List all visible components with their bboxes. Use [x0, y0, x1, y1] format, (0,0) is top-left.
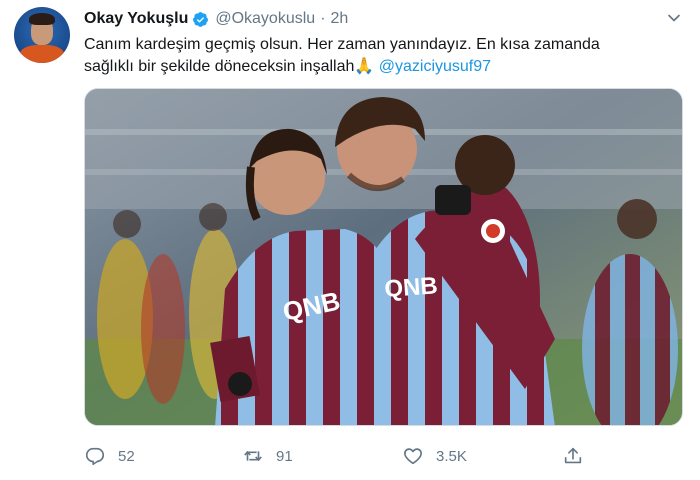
retweet-button[interactable]: 91	[242, 441, 293, 471]
reply-button[interactable]: 52	[84, 441, 135, 471]
tweet-text: Canım kardeşim geçmiş olsun. Her zaman y…	[84, 34, 684, 78]
reply-count: 52	[118, 447, 135, 465]
retweet-count: 91	[276, 447, 293, 465]
tweet-card[interactable]: Okay Yokuşlu @Okayokuslu · 2h Canım kard…	[0, 0, 700, 480]
avatar-hair	[29, 13, 55, 25]
like-button[interactable]: 3.5K	[402, 441, 467, 471]
like-count: 3.5K	[436, 447, 467, 465]
mention-link[interactable]: @yaziciyusuf97	[379, 58, 491, 75]
tweet-photo[interactable]: QNB QNB	[84, 88, 683, 426]
chevron-down-icon[interactable]	[664, 8, 684, 28]
author-avatar[interactable]	[14, 7, 70, 63]
author-name[interactable]: Okay Yokuşlu	[84, 10, 188, 28]
tweet-actions: 52 91 3.5K	[84, 441, 684, 471]
tweet-timestamp[interactable]: 2h	[331, 10, 349, 28]
folded-hands-emoji: 🙏	[354, 58, 375, 75]
tweet-text-line-1: Canım kardeşim geçmiş olsun. Her zaman y…	[84, 36, 600, 53]
header-separator: ·	[320, 10, 326, 27]
tweet-text-line-2: sağlıklı bir şekilde döneceksin inşallah…	[84, 56, 684, 78]
photo-illustration: QNB QNB	[85, 89, 682, 425]
reply-icon	[85, 447, 105, 466]
share-button[interactable]	[562, 441, 584, 471]
avatar-shirt	[20, 45, 64, 63]
heart-icon	[404, 448, 422, 465]
retweet-icon	[244, 451, 262, 461]
jersey-sponsor-centre: QNB	[384, 272, 439, 303]
tweet-header: Okay Yokuşlu @Okayokuslu · 2h	[84, 9, 348, 29]
share-icon	[564, 447, 582, 464]
tweet-text-line-2-body: sağlıklı bir şekilde döneceksin inşallah	[84, 58, 355, 75]
verified-badge-icon	[193, 11, 209, 27]
author-handle[interactable]: @Okayokuslu	[215, 10, 315, 28]
